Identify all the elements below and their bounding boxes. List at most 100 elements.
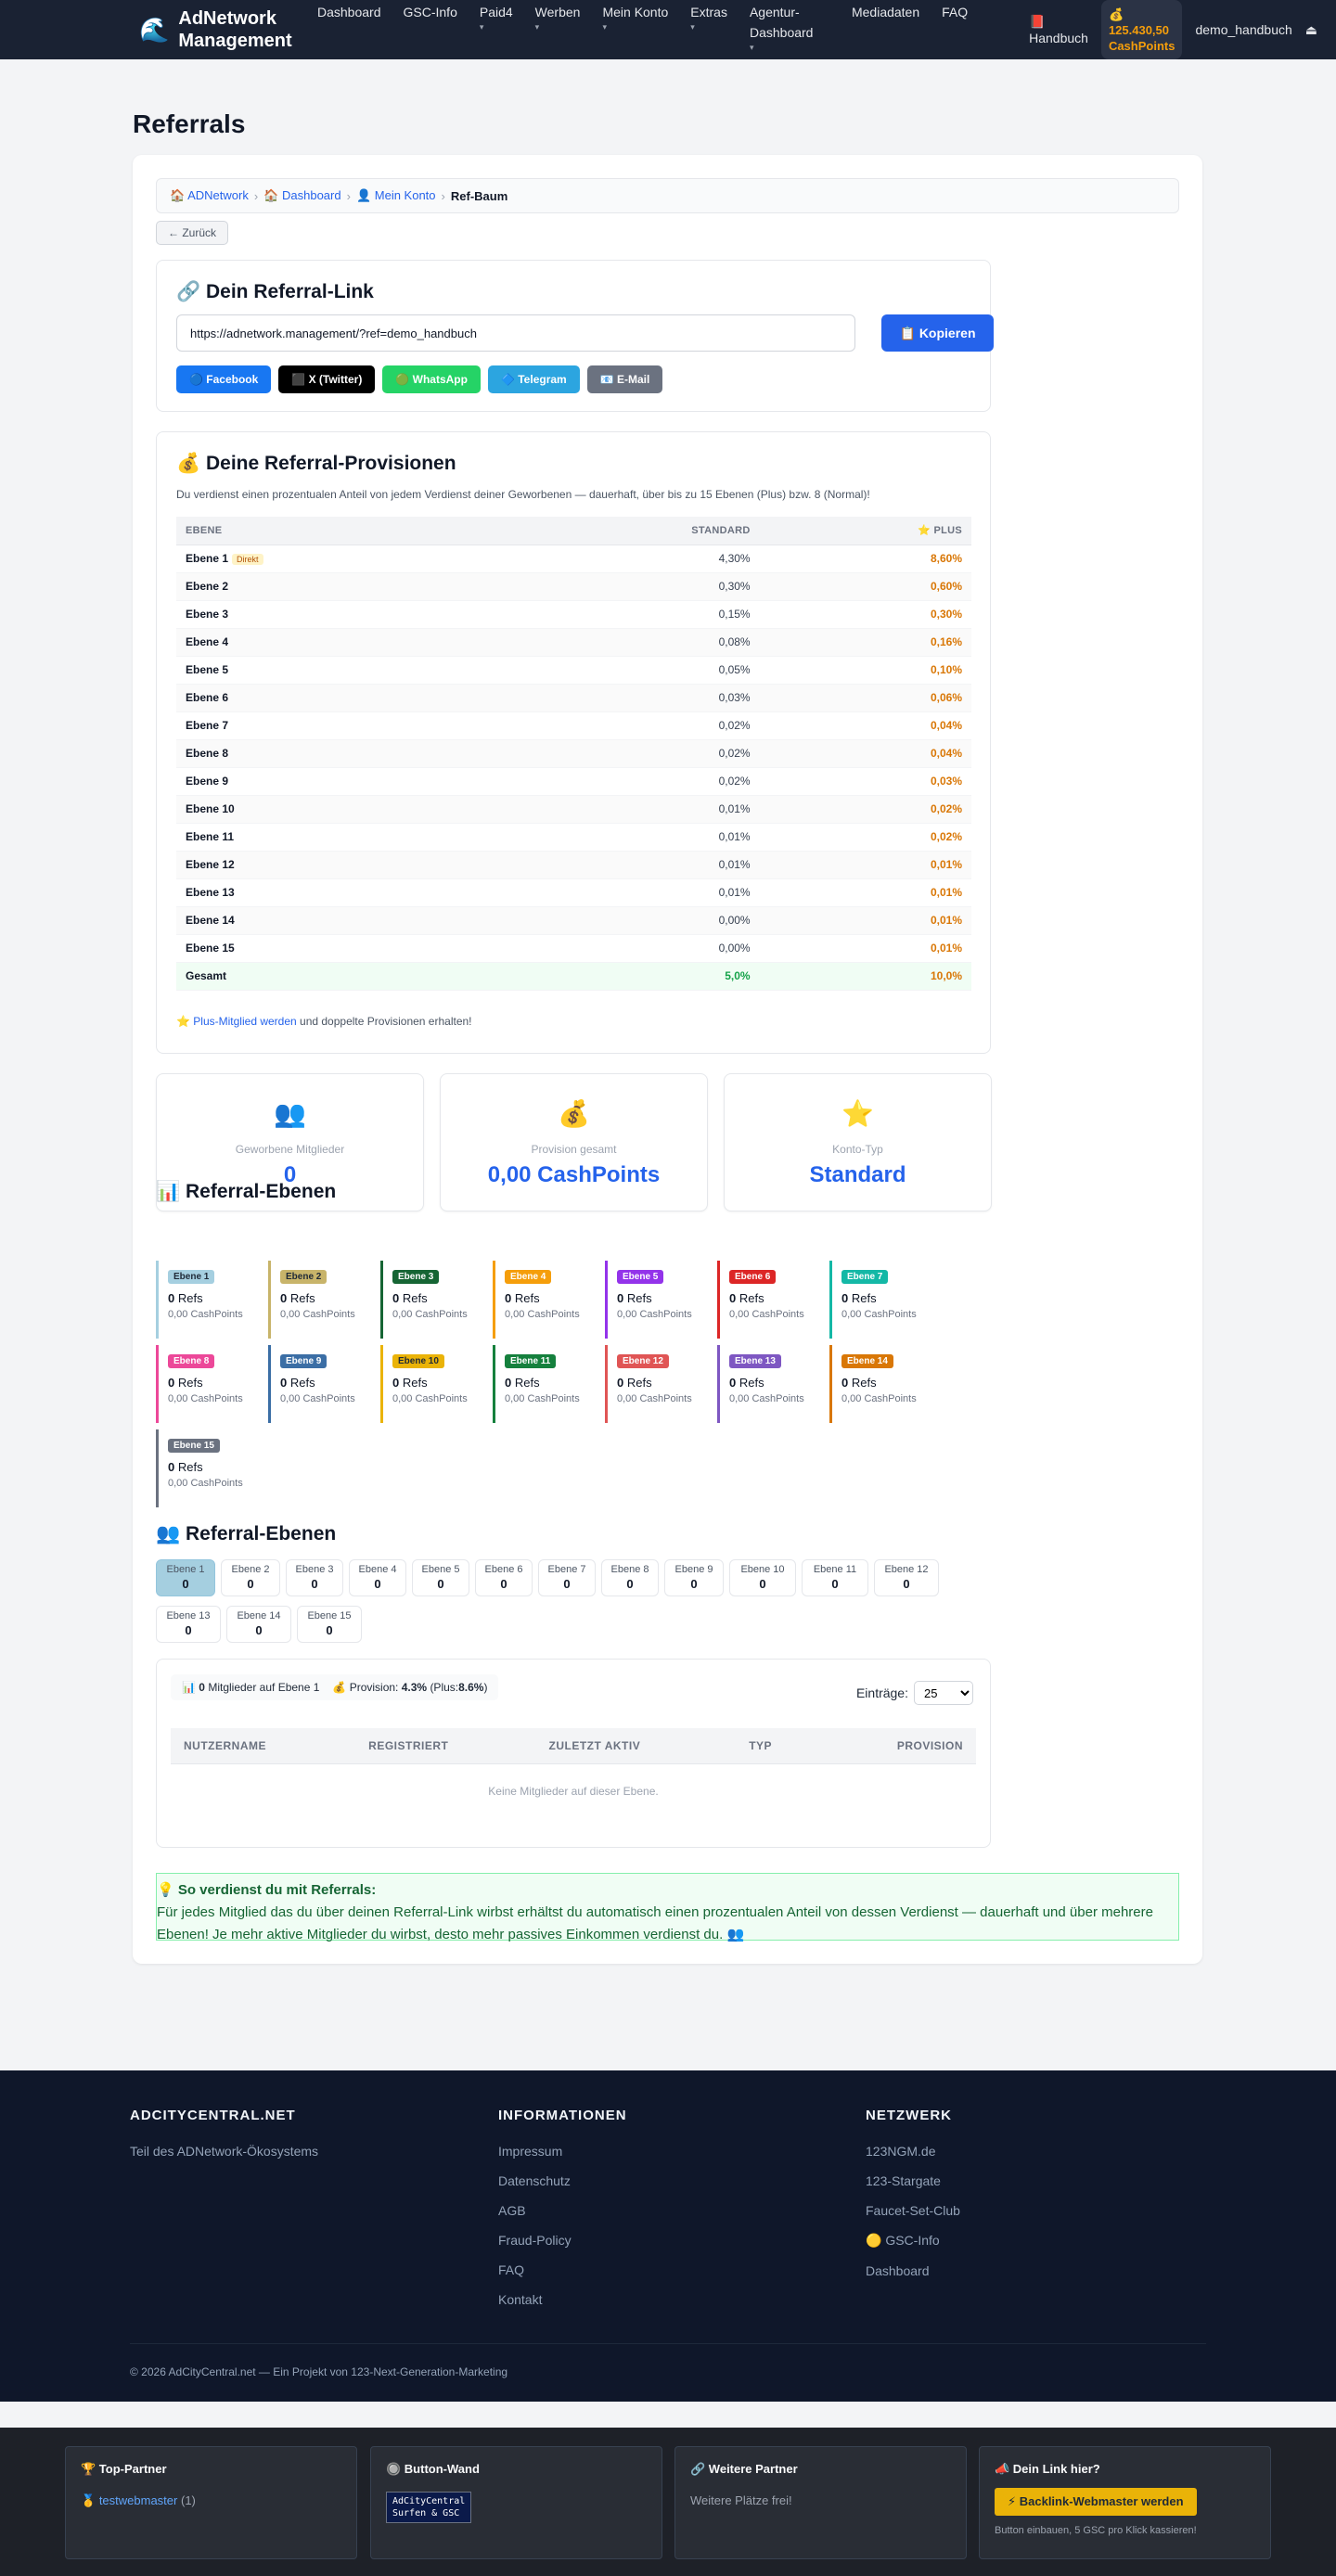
tab-level-12[interactable]: Ebene 12 0 — [874, 1559, 939, 1596]
cashpoints-badge[interactable]: 💰 125.430,50 CashPoints — [1100, 0, 1183, 59]
level-refs-label: Refs — [851, 1291, 877, 1305]
back-button[interactable]: ← Zurück — [156, 221, 229, 245]
level-refs-count: 0 — [168, 1376, 175, 1390]
user-name[interactable]: demo_handbuch — [1195, 22, 1291, 37]
copy-button[interactable]: 📋 Kopieren — [881, 314, 994, 352]
provision-row: Ebene 15 0,00% 0,01% — [176, 934, 971, 963]
chart-icon: 📊 — [182, 1681, 196, 1694]
provision-plus: 0,04% — [759, 711, 971, 740]
tab-level-14[interactable]: Ebene 14 0 — [226, 1606, 291, 1643]
provision-level: Ebene 11 — [176, 823, 500, 852]
level-card: Ebene 13 0 Refs 0,00 CashPoints — [717, 1345, 819, 1423]
share-button[interactable]: 🟢 WhatsApp — [382, 365, 481, 393]
tab-level-10[interactable]: Ebene 10 0 — [729, 1559, 796, 1596]
footer-network-link[interactable]: Dashboard — [866, 2263, 960, 2278]
provisions-panel: 💰 Deine Referral-Provisionen Du verdiens… — [156, 431, 991, 1054]
provision-level-label: Ebene 2 — [186, 580, 229, 593]
level-cashpoints: 0,00 CashPoints — [168, 1309, 243, 1320]
footer-network-link[interactable]: 123NGM.de — [866, 2144, 960, 2159]
share-button[interactable]: ⬛ X (Twitter) — [278, 365, 376, 393]
tab-level-7[interactable]: Ebene 7 0 — [538, 1559, 596, 1596]
nav-item-mein-konto[interactable]: Mein Konto ▾ — [591, 2, 679, 32]
partner-banner-button[interactable]: AdCityCentral Surfen & GSC — [386, 2492, 472, 2523]
provision-plus: 0,04% — [759, 739, 971, 768]
nav-handbook-label: Handbuch — [1029, 31, 1088, 45]
plus-member-link[interactable]: Plus-Mitglied werden — [193, 1015, 296, 1028]
tab-level-9[interactable]: Ebene 9 0 — [664, 1559, 724, 1596]
tab-label: Ebene 7 — [547, 1564, 586, 1575]
nav-item-faq[interactable]: FAQ — [931, 2, 979, 22]
tab-level-3[interactable]: Ebene 3 0 — [286, 1559, 343, 1596]
footer-info-link[interactable]: Impressum — [498, 2144, 627, 2159]
tab-level-11[interactable]: Ebene 11 0 — [802, 1559, 868, 1596]
breadcrumb-item[interactable]: 🏠 Dashboard — [263, 188, 340, 203]
level-refs-count: 0 — [168, 1291, 175, 1305]
provision-row: Ebene 8 0,02% 0,04% — [176, 739, 971, 768]
chevron-down-icon: ▾ — [690, 22, 695, 32]
nav-item-gsc-info[interactable]: GSC-Info — [392, 2, 469, 22]
footer-network-link[interactable]: Faucet-Set-Club — [866, 2203, 960, 2218]
footer-info-link[interactable]: Datenschutz — [498, 2173, 627, 2188]
share-button[interactable]: 🔵 Facebook — [176, 365, 272, 393]
share-button[interactable]: 📧 E-Mail — [586, 365, 663, 393]
footer-network-link[interactable]: 🟡 GSC-Info — [866, 2233, 960, 2249]
nav-item-mediadaten[interactable]: Mediadaten — [841, 2, 931, 22]
provision-plus: 0,60% — [759, 572, 971, 601]
tab-label: Ebene 12 — [884, 1564, 929, 1575]
provision-row: Ebene 4 0,08% 0,16% — [176, 628, 971, 657]
tab-level-4[interactable]: Ebene 4 0 — [349, 1559, 406, 1596]
money-bag-icon: 💰 — [1108, 6, 1124, 21]
brand-logo[interactable]: 🌊 AdNetwork Management — [139, 7, 306, 52]
tab-level-6[interactable]: Ebene 6 0 — [475, 1559, 533, 1596]
nav-item-dashboard[interactable]: Dashboard — [306, 2, 392, 22]
level-cashpoints: 0,00 CashPoints — [505, 1309, 580, 1320]
tab-level-1[interactable]: Ebene 1 0 — [156, 1559, 215, 1596]
col-plus: ⭐ Plus — [759, 517, 971, 545]
nav-item-werben[interactable]: Werben ▾ — [524, 2, 592, 32]
provision-level: Ebene 5 — [176, 656, 500, 685]
tab-level-2[interactable]: Ebene 2 0 — [221, 1559, 280, 1596]
provision-row: Ebene 6 0,03% 0,06% — [176, 684, 971, 712]
nav-item-label: Extras — [690, 5, 727, 19]
tab-level-8[interactable]: Ebene 8 0 — [601, 1559, 659, 1596]
share-button[interactable]: 🔷 Telegram — [487, 365, 580, 393]
referral-link-input[interactable] — [176, 314, 855, 352]
provision-standard: 0,00% — [499, 906, 760, 935]
footer-network-link[interactable]: 123-Stargate — [866, 2173, 960, 2188]
nav-item-extras[interactable]: Extras ▾ — [679, 2, 739, 32]
provision-row: Ebene 5 0,05% 0,10% — [176, 656, 971, 685]
provision-standard: 0,05% — [499, 656, 760, 685]
tab-count: 0 — [500, 1577, 507, 1591]
backlink-webmaster-button[interactable]: ⚡ Backlink-Webmaster werden — [995, 2488, 1197, 2516]
footer-info-link[interactable]: FAQ — [498, 2262, 627, 2277]
provision-plus: 0,16% — [759, 628, 971, 657]
entries-select[interactable]: 25 — [914, 1681, 973, 1705]
tab-level-5[interactable]: Ebene 5 0 — [412, 1559, 469, 1596]
tab-level-15[interactable]: Ebene 15 0 — [297, 1606, 362, 1643]
level-badge: Ebene 9 — [280, 1354, 328, 1368]
breadcrumb-item[interactable]: 🏠 ADNetwork — [170, 188, 249, 203]
footer-info-link[interactable]: Kontakt — [498, 2292, 627, 2307]
footer-info-link[interactable]: AGB — [498, 2203, 627, 2218]
provision-standard: 0,01% — [499, 795, 760, 824]
provision-plus: 0,02% — [759, 823, 971, 852]
plus-note-text: und doppelte Provisionen erhalten! — [300, 1015, 472, 1028]
provision-plus: 0,01% — [759, 906, 971, 935]
tab-level-13[interactable]: Ebene 13 0 — [156, 1606, 221, 1643]
breadcrumb-item[interactable]: 👤 Mein Konto — [356, 188, 436, 203]
provision-row: Ebene 3 0,15% 0,30% — [176, 600, 971, 629]
level-refs-label: Refs — [402, 1376, 428, 1390]
level-card: Ebene 1 0 Refs 0,00 CashPoints — [156, 1261, 258, 1339]
level-badge: Ebene 7 — [841, 1270, 889, 1284]
nav-item-agentur-dashboard[interactable]: Agentur-Dashboard ▾ — [739, 2, 841, 52]
footer-info-link[interactable]: Fraud-Policy — [498, 2233, 627, 2248]
top-partner-link[interactable]: testwebmaster — [99, 2493, 178, 2507]
level-cashpoints: 0,00 CashPoints — [841, 1393, 917, 1404]
logout-icon[interactable]: ⏏ — [1305, 22, 1317, 38]
nav-item-label: GSC-Info — [403, 5, 457, 19]
level-card: Ebene 3 0 Refs 0,00 CashPoints — [380, 1261, 482, 1339]
nav-item-paid4[interactable]: Paid4 ▾ — [469, 2, 524, 32]
star-icon: ⭐ — [841, 1099, 874, 1128]
provision-level: Ebene 2 — [176, 572, 500, 601]
nav-handbook-link[interactable]: 📕 Handbuch — [1029, 13, 1088, 46]
